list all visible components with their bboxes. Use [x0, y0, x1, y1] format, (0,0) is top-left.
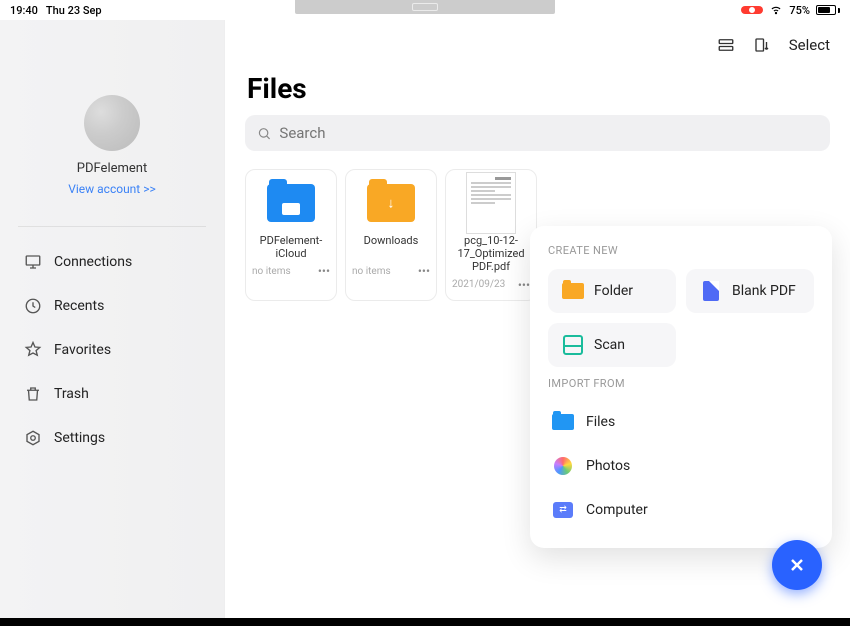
- document-icon: [700, 281, 722, 301]
- file-meta: 2021/09/23: [452, 279, 505, 290]
- folder-icon: ↓: [363, 180, 419, 226]
- folder-icon: [263, 180, 319, 226]
- file-meta: no items: [352, 266, 391, 277]
- view-list-icon[interactable]: [717, 36, 735, 54]
- search-icon: [257, 126, 271, 141]
- star-icon: [24, 341, 42, 359]
- scan-icon: [562, 335, 584, 355]
- file-name: pcg_10-12-17_Optimized PDF.pdf: [452, 234, 530, 274]
- folder-icon: [562, 281, 584, 301]
- more-icon[interactable]: •••: [518, 278, 530, 292]
- import-files-button[interactable]: Files: [548, 402, 814, 442]
- sidebar-item-settings[interactable]: Settings: [18, 419, 206, 457]
- button-label: Folder: [594, 283, 633, 299]
- page-title: Files: [247, 72, 830, 105]
- sidebar-item-favorites[interactable]: Favorites: [18, 331, 206, 369]
- trash-icon: [24, 385, 42, 403]
- app-name: PDFelement: [77, 161, 147, 176]
- create-scan-button[interactable]: Scan: [548, 323, 676, 367]
- multitask-handle[interactable]: [295, 0, 555, 14]
- sidebar-nav: Connections Recents Favorites Trash: [18, 243, 206, 457]
- sort-icon[interactable]: [753, 36, 771, 54]
- search-bar[interactable]: [245, 115, 830, 151]
- sidebar-item-label: Favorites: [54, 342, 111, 358]
- wifi-icon: [769, 2, 783, 19]
- sidebar: PDFelement View account >> Connections R…: [0, 20, 225, 618]
- import-from-label: IMPORT FROM: [548, 377, 814, 390]
- letterbox-bottom: [0, 618, 850, 626]
- sidebar-item-label: Settings: [54, 430, 105, 446]
- search-input[interactable]: [279, 124, 818, 142]
- file-meta: no items: [252, 266, 291, 277]
- sidebar-item-connections[interactable]: Connections: [18, 243, 206, 281]
- create-popup: CREATE NEW Folder Blank PDF Scan IMPORT …: [530, 226, 832, 548]
- import-photos-button[interactable]: Photos: [548, 446, 814, 486]
- close-fab-button[interactable]: [772, 540, 822, 590]
- file-name: Downloads: [352, 234, 430, 260]
- view-account-link[interactable]: View account >>: [68, 182, 156, 196]
- item-label: Computer: [586, 502, 648, 518]
- monitor-icon: [24, 253, 42, 271]
- photos-icon: [552, 456, 574, 476]
- recording-indicator[interactable]: [741, 6, 763, 14]
- divider: [18, 226, 206, 227]
- computer-icon: ⇄: [552, 500, 574, 520]
- item-label: Files: [586, 414, 615, 430]
- file-item-pdf[interactable]: pcg_10-12-17_Optimized PDF.pdf 2021/09/2…: [445, 169, 537, 301]
- file-name: PDFelement-iCloud: [252, 234, 330, 260]
- profile-section: PDFelement View account >>: [18, 95, 206, 196]
- clock-icon: [24, 297, 42, 315]
- create-blank-pdf-button[interactable]: Blank PDF: [686, 269, 814, 313]
- file-item-downloads[interactable]: ↓ Downloads no items •••: [345, 169, 437, 301]
- button-label: Scan: [594, 337, 625, 353]
- item-label: Photos: [586, 458, 630, 474]
- main-content: Select Files PDFelement-iCloud no items …: [225, 20, 850, 618]
- sidebar-item-label: Trash: [54, 386, 89, 402]
- more-icon[interactable]: •••: [418, 264, 430, 278]
- create-folder-button[interactable]: Folder: [548, 269, 676, 313]
- more-icon[interactable]: •••: [318, 264, 330, 278]
- topbar: Select: [245, 30, 830, 60]
- sidebar-item-label: Connections: [54, 254, 132, 270]
- status-date: Thu 23 Sep: [46, 4, 102, 17]
- folder-icon: [552, 412, 574, 432]
- button-label: Blank PDF: [732, 283, 796, 299]
- create-new-label: CREATE NEW: [548, 244, 814, 257]
- status-time: 19:40: [10, 4, 38, 17]
- gear-icon: [24, 429, 42, 447]
- document-icon: [463, 180, 519, 226]
- battery-icon: [816, 5, 840, 15]
- sidebar-item-recents[interactable]: Recents: [18, 287, 206, 325]
- close-icon: [787, 555, 807, 575]
- sidebar-item-trash[interactable]: Trash: [18, 375, 206, 413]
- sidebar-item-label: Recents: [54, 298, 104, 314]
- file-item-pdfelement-icloud[interactable]: PDFelement-iCloud no items •••: [245, 169, 337, 301]
- battery-percent: 75%: [789, 4, 810, 17]
- import-computer-button[interactable]: ⇄ Computer: [548, 490, 814, 530]
- avatar[interactable]: [84, 95, 140, 151]
- select-button[interactable]: Select: [789, 36, 830, 54]
